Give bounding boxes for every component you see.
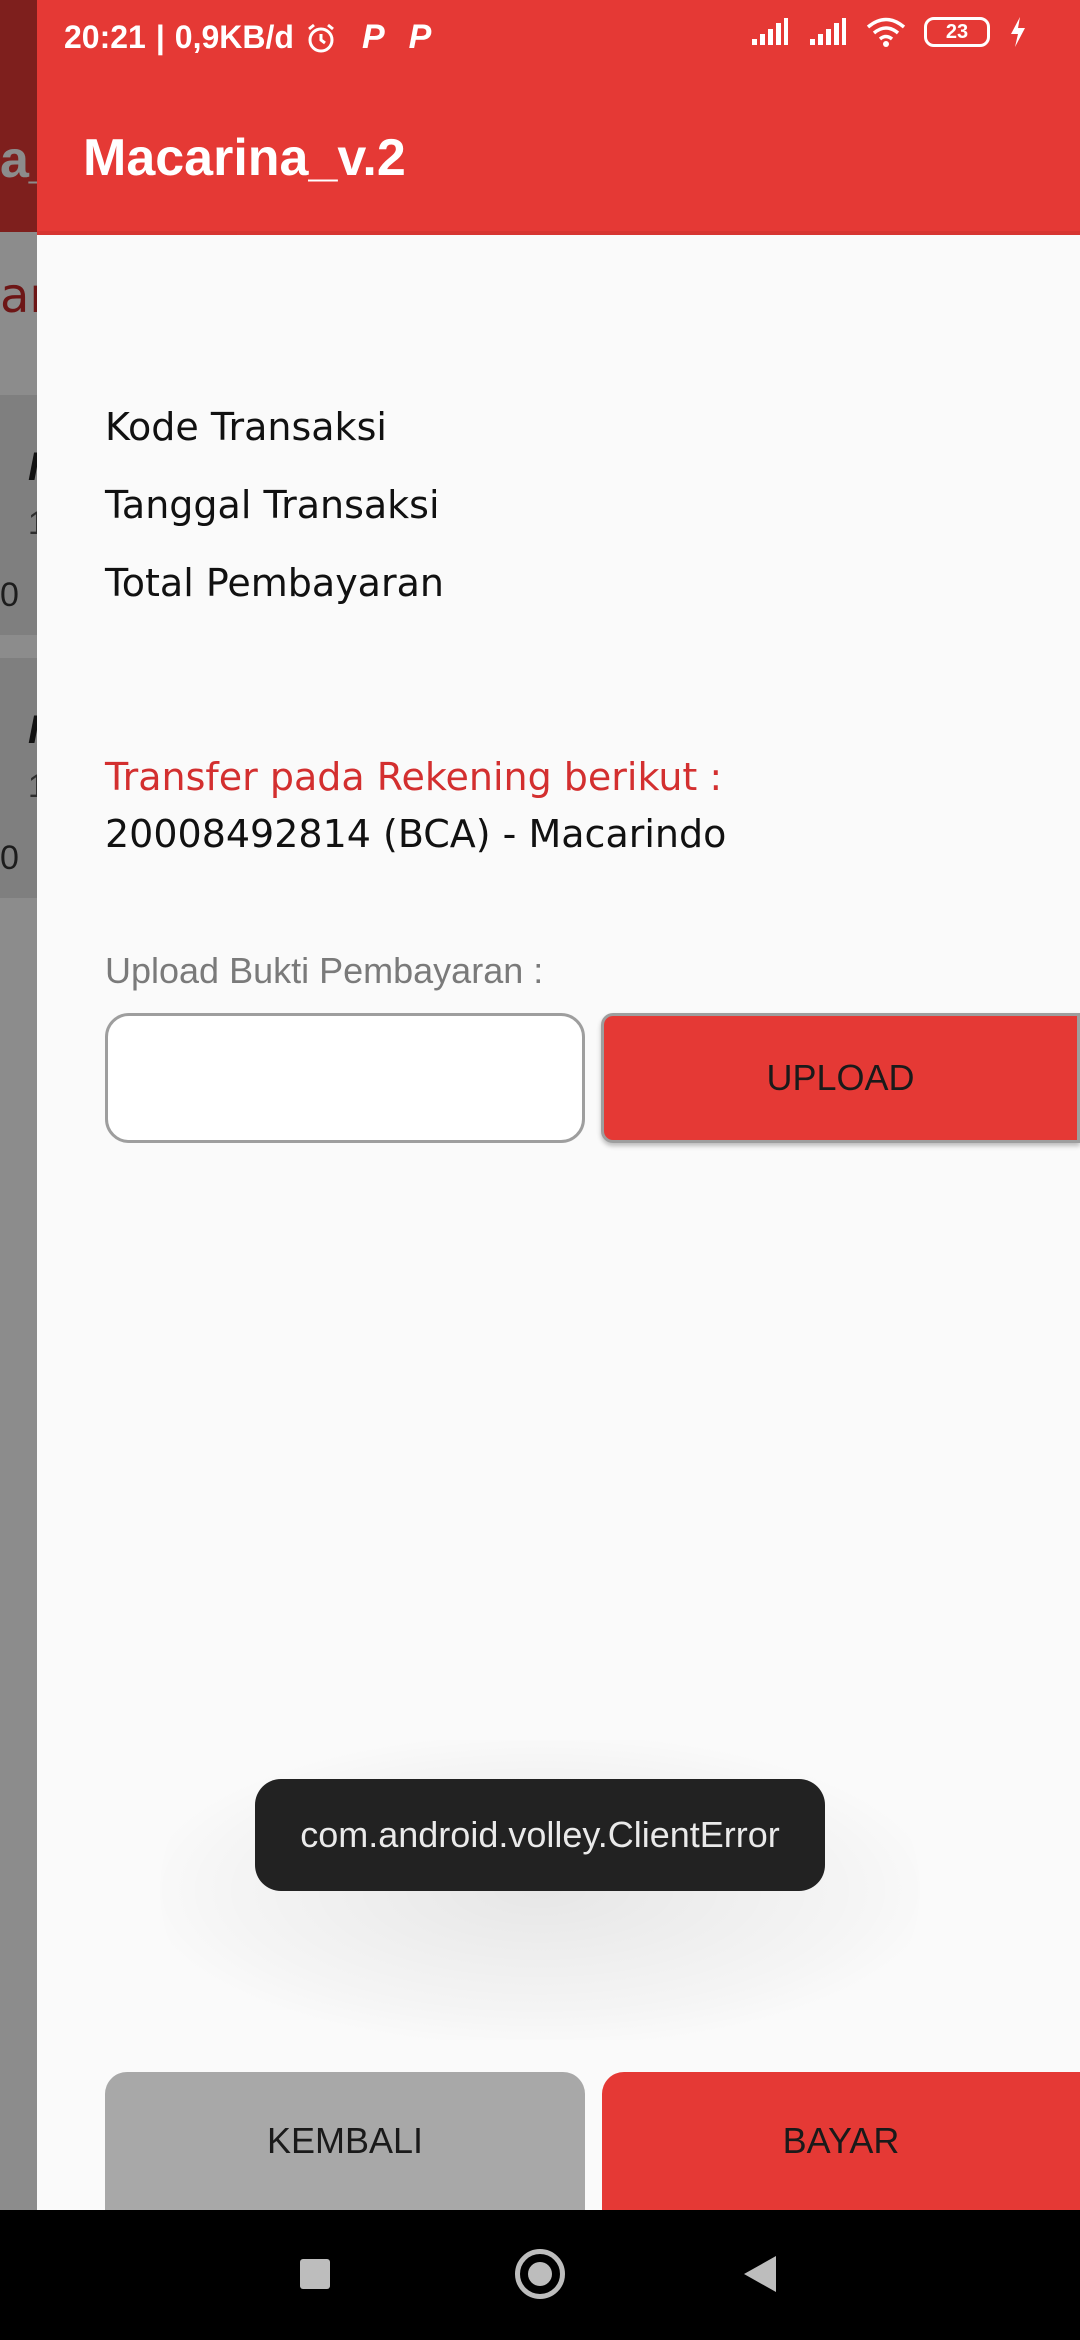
- p-icon: P: [408, 18, 432, 56]
- p-icon: P: [361, 18, 385, 56]
- bayar-button[interactable]: BAYAR: [602, 2072, 1080, 2210]
- toast-message: com.android.volley.ClientError: [300, 1814, 780, 1855]
- kode-transaksi-label: Kode Transaksi: [105, 405, 387, 449]
- battery-level: 23: [945, 21, 969, 43]
- upload-button[interactable]: UPLOAD: [601, 1013, 1080, 1143]
- error-toast: com.android.volley.ClientError: [255, 1779, 825, 1891]
- total-pembayaran-label: Total Pembayaran: [105, 561, 444, 605]
- status-separator: |: [155, 19, 165, 55]
- battery-icon: 23: [924, 17, 990, 47]
- upload-proof-field[interactable]: [105, 1013, 585, 1143]
- dialog-title: Macarina_v.2: [83, 129, 406, 187]
- home-icon[interactable]: [515, 2249, 565, 2299]
- bayar-button-label: BAYAR: [782, 2120, 900, 2161]
- signal-icon: [752, 18, 788, 45]
- kembali-button-label: KEMBALI: [266, 2120, 424, 2161]
- kembali-button[interactable]: KEMBALI: [105, 2072, 585, 2210]
- status-bar: 20:21 | 0,9KB/d P P 23: [0, 0, 1080, 80]
- charging-icon: [1011, 17, 1025, 47]
- upload-proof-label: Upload Bukti Pembayaran :: [105, 950, 544, 991]
- status-time: 20:21: [64, 19, 146, 55]
- alarm-icon: [308, 23, 334, 52]
- tanggal-transaksi-label: Tanggal Transaksi: [105, 483, 440, 527]
- status-bar-left: 20:21 | 0,9KB/d P P: [64, 18, 431, 57]
- wifi-icon: [866, 17, 906, 47]
- back-icon[interactable]: [744, 2256, 776, 2292]
- transfer-instruction: Transfer pada Rekening berikut :: [105, 755, 723, 799]
- bank-account-text: 20008492814 (BCA) - Macarindo: [105, 812, 727, 856]
- signal-icon: [810, 18, 846, 45]
- recents-icon[interactable]: [300, 2259, 330, 2289]
- upload-button-label: UPLOAD: [766, 1057, 915, 1098]
- status-bar-right: 23: [750, 16, 1028, 48]
- network-speed: 0,9KB/d: [174, 19, 294, 55]
